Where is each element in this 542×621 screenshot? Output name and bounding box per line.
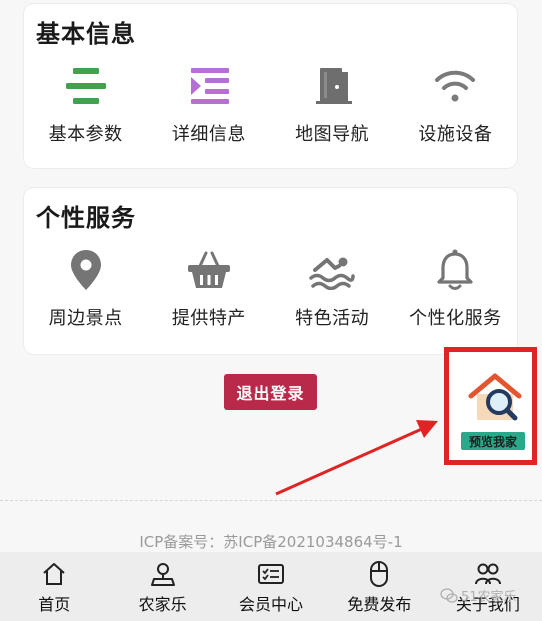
mouse-icon xyxy=(365,560,393,588)
tab-member-center-label: 会员中心 xyxy=(239,595,304,614)
basic-info-card: 基本信息 基本参数 详细信息 地图导航 设施设备 xyxy=(24,4,517,168)
list-indent-icon xyxy=(185,62,233,110)
facilities-item[interactable]: 设施设备 xyxy=(394,62,517,146)
nearby-attractions-label: 周边景点 xyxy=(48,308,123,329)
personal-services-title: 个性服务 xyxy=(36,204,136,232)
location-pin-icon xyxy=(62,246,110,294)
preview-home-button[interactable]: 预览我家 xyxy=(444,347,537,465)
wechat-icon xyxy=(440,587,458,603)
tab-home-label: 首页 xyxy=(38,595,71,614)
basic-info-title: 基本信息 xyxy=(36,20,136,48)
home-icon xyxy=(40,560,68,588)
tab-free-publish-label: 免费发布 xyxy=(347,595,412,614)
member-card-icon xyxy=(257,560,285,588)
tab-free-publish[interactable]: 免费发布 xyxy=(325,552,433,621)
watermark: 51农家乐 xyxy=(440,586,517,605)
basic-info-grid: 基本参数 详细信息 地图导航 设施设备 xyxy=(24,62,517,146)
door-icon xyxy=(308,62,356,110)
watermark-text: 51农家乐 xyxy=(461,590,517,605)
preview-home-label: 预览我家 xyxy=(461,432,525,450)
facilities-label: 设施设备 xyxy=(418,124,493,145)
nearby-attractions-item[interactable]: 周边景点 xyxy=(24,246,147,330)
tab-home[interactable]: 首页 xyxy=(0,552,108,621)
logout-button[interactable]: 退出登录 xyxy=(224,374,317,410)
icp-record[interactable]: ICP备案号：苏ICP备2021034864号-1 xyxy=(0,531,542,552)
personal-services-card: 个性服务 周边景点 提供特产 特色活动 个性化服务 xyxy=(24,188,517,354)
tab-member-center[interactable]: 会员中心 xyxy=(217,552,325,621)
personalized-service-label: 个性化服务 xyxy=(409,308,502,329)
wifi-icon xyxy=(431,62,479,110)
featured-activities-item[interactable]: 特色活动 xyxy=(271,246,394,330)
basket-icon xyxy=(185,246,233,294)
basic-params-label: 基本参数 xyxy=(48,124,123,145)
personalized-service-item[interactable]: 个性化服务 xyxy=(394,246,517,330)
specialties-label: 提供特产 xyxy=(171,308,246,329)
map-navigation-item[interactable]: 地图导航 xyxy=(271,62,394,146)
list-lines-icon xyxy=(62,62,110,110)
detail-info-label: 详细信息 xyxy=(171,124,246,145)
user-pin-icon xyxy=(149,560,177,588)
tab-farmstay[interactable]: 农家乐 xyxy=(108,552,216,621)
specialties-item[interactable]: 提供特产 xyxy=(147,246,270,330)
people-icon xyxy=(474,560,502,588)
tab-farmstay-label: 农家乐 xyxy=(138,595,187,614)
map-navigation-label: 地图导航 xyxy=(295,124,370,145)
detail-info-item[interactable]: 详细信息 xyxy=(147,62,270,146)
featured-activities-label: 特色活动 xyxy=(295,308,370,329)
bell-icon xyxy=(431,246,479,294)
house-search-icon xyxy=(465,370,525,430)
personal-services-grid: 周边景点 提供特产 特色活动 个性化服务 xyxy=(24,246,517,330)
swimming-icon xyxy=(308,246,356,294)
basic-params-item[interactable]: 基本参数 xyxy=(24,62,147,146)
divider xyxy=(0,500,542,501)
